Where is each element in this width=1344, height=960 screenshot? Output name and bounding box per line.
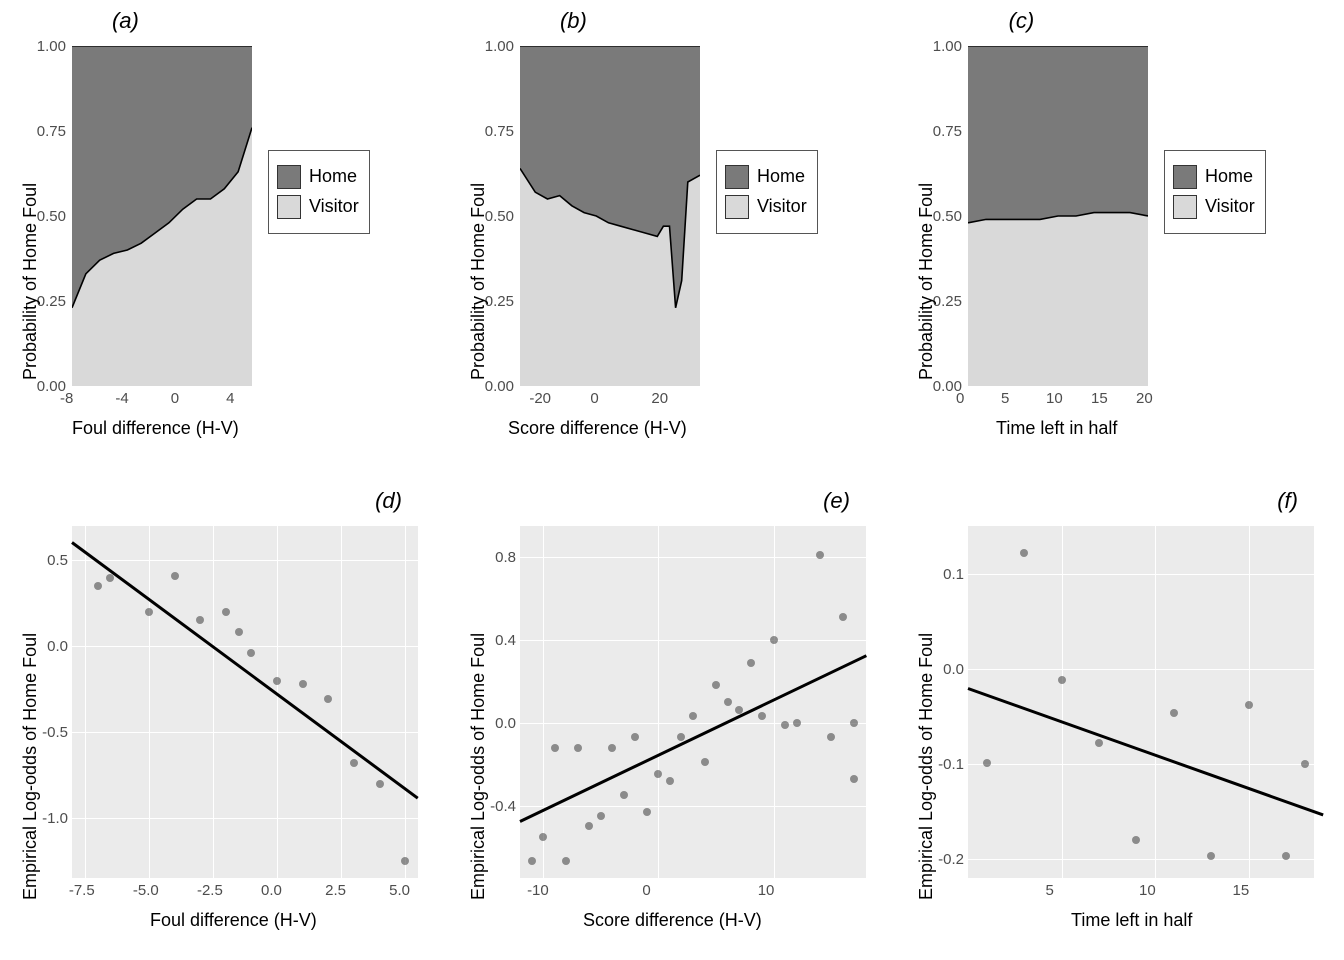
legend-label-visitor: Visitor (309, 196, 359, 216)
data-point (701, 758, 709, 766)
data-point (585, 822, 593, 830)
data-point (528, 857, 536, 865)
panel-c-area: 0.000.250.500.751.0005101520 (968, 46, 1148, 386)
legend-label-home: Home (1205, 166, 1253, 186)
data-point (401, 857, 409, 865)
data-point (839, 613, 847, 621)
subplot-b-title: (b) (448, 8, 699, 34)
data-point (597, 812, 605, 820)
ylabel-d: Empirical Log-odds of Home Foul (20, 633, 41, 900)
data-point (1020, 549, 1028, 557)
data-point (145, 608, 153, 616)
data-point (1058, 676, 1066, 684)
ylabel-e: Empirical Log-odds of Home Foul (468, 633, 489, 900)
legend-swatch-home (1173, 165, 1197, 189)
xlabel-f: Time left in half (1071, 910, 1192, 931)
figure-grid: (a) 0.000.250.500.751.00-8-404 Home Visi… (0, 0, 1344, 960)
data-point (273, 677, 281, 685)
data-point (1282, 852, 1290, 860)
data-point (1132, 836, 1140, 844)
data-point (608, 744, 616, 752)
xlabel-c: Time left in half (996, 418, 1117, 439)
data-point (1207, 852, 1215, 860)
panel-d-area: -1.0-0.50.00.5-7.5-5.0-2.50.02.55.0 (72, 526, 418, 878)
ylabel-a: Probability of Home Foul (20, 183, 41, 380)
data-point (247, 649, 255, 657)
subplot-f-title: (f) (896, 488, 1344, 514)
legend-b: Home Visitor (716, 150, 818, 234)
legend-label-home: Home (309, 166, 357, 186)
data-point (1170, 709, 1178, 717)
subplot-a-title: (a) (0, 8, 251, 34)
fit-line (519, 655, 866, 823)
data-point (235, 628, 243, 636)
data-point (770, 636, 778, 644)
data-point (793, 719, 801, 727)
subplot-e: (e) -0.40.00.40.8-10010 Empirical Log-od… (448, 480, 896, 960)
data-point (171, 572, 179, 580)
data-point (94, 582, 102, 590)
legend-swatch-visitor (1173, 195, 1197, 219)
data-point (324, 695, 332, 703)
data-point (747, 659, 755, 667)
legend-swatch-visitor (725, 195, 749, 219)
data-point (850, 775, 858, 783)
legend-label-visitor: Visitor (1205, 196, 1255, 216)
panel-e-area: -0.40.00.40.8-10010 (520, 526, 866, 878)
xlabel-a: Foul difference (H-V) (72, 418, 239, 439)
data-point (654, 770, 662, 778)
data-point (827, 733, 835, 741)
ylabel-c: Probability of Home Foul (916, 183, 937, 380)
subplot-b: (b) 0.000.250.500.751.00-20020 Home Visi… (448, 0, 896, 480)
data-point (539, 833, 547, 841)
xlabel-b: Score difference (H-V) (508, 418, 687, 439)
panel-a-area: 0.000.250.500.751.00-8-404 (72, 46, 252, 386)
legend-swatch-home (725, 165, 749, 189)
data-point (724, 698, 732, 706)
fit-line (967, 687, 1323, 816)
legend-swatch-visitor (277, 195, 301, 219)
data-point (643, 808, 651, 816)
data-point (631, 733, 639, 741)
data-point (758, 712, 766, 720)
data-point (816, 551, 824, 559)
subplot-e-title: (e) (448, 488, 896, 514)
panel-f-area: -0.2-0.10.00.151015 (968, 526, 1314, 878)
data-point (850, 719, 858, 727)
data-point (196, 616, 204, 624)
subplot-a: (a) 0.000.250.500.751.00-8-404 Home Visi… (0, 0, 448, 480)
ylabel-f: Empirical Log-odds of Home Foul (916, 633, 937, 900)
data-point (983, 759, 991, 767)
xlabel-d: Foul difference (H-V) (150, 910, 317, 931)
data-point (689, 712, 697, 720)
subplot-c-title: (c) (896, 8, 1147, 34)
data-point (562, 857, 570, 865)
data-point (781, 721, 789, 729)
ylabel-b: Probability of Home Foul (468, 183, 489, 380)
data-point (299, 680, 307, 688)
legend-a: Home Visitor (268, 150, 370, 234)
data-point (666, 777, 674, 785)
data-point (574, 744, 582, 752)
subplot-c: (c) 0.000.250.500.751.0005101520 Home Vi… (896, 0, 1344, 480)
legend-swatch-home (277, 165, 301, 189)
data-point (620, 791, 628, 799)
legend-c: Home Visitor (1164, 150, 1266, 234)
subplot-d: (d) -1.0-0.50.00.5-7.5-5.0-2.50.02.55.0 … (0, 480, 448, 960)
legend-label-home: Home (757, 166, 805, 186)
data-point (1095, 739, 1103, 747)
data-point (1245, 701, 1253, 709)
data-point (350, 759, 358, 767)
xlabel-e: Score difference (H-V) (583, 910, 762, 931)
subplot-d-title: (d) (0, 488, 448, 514)
panel-b-area: 0.000.250.500.751.00-20020 (520, 46, 700, 386)
data-point (712, 681, 720, 689)
data-point (376, 780, 384, 788)
data-point (1301, 760, 1309, 768)
subplot-f: (f) -0.2-0.10.00.151015 Empirical Log-od… (896, 480, 1344, 960)
legend-label-visitor: Visitor (757, 196, 807, 216)
data-point (222, 608, 230, 616)
fit-line (71, 542, 419, 800)
data-point (551, 744, 559, 752)
